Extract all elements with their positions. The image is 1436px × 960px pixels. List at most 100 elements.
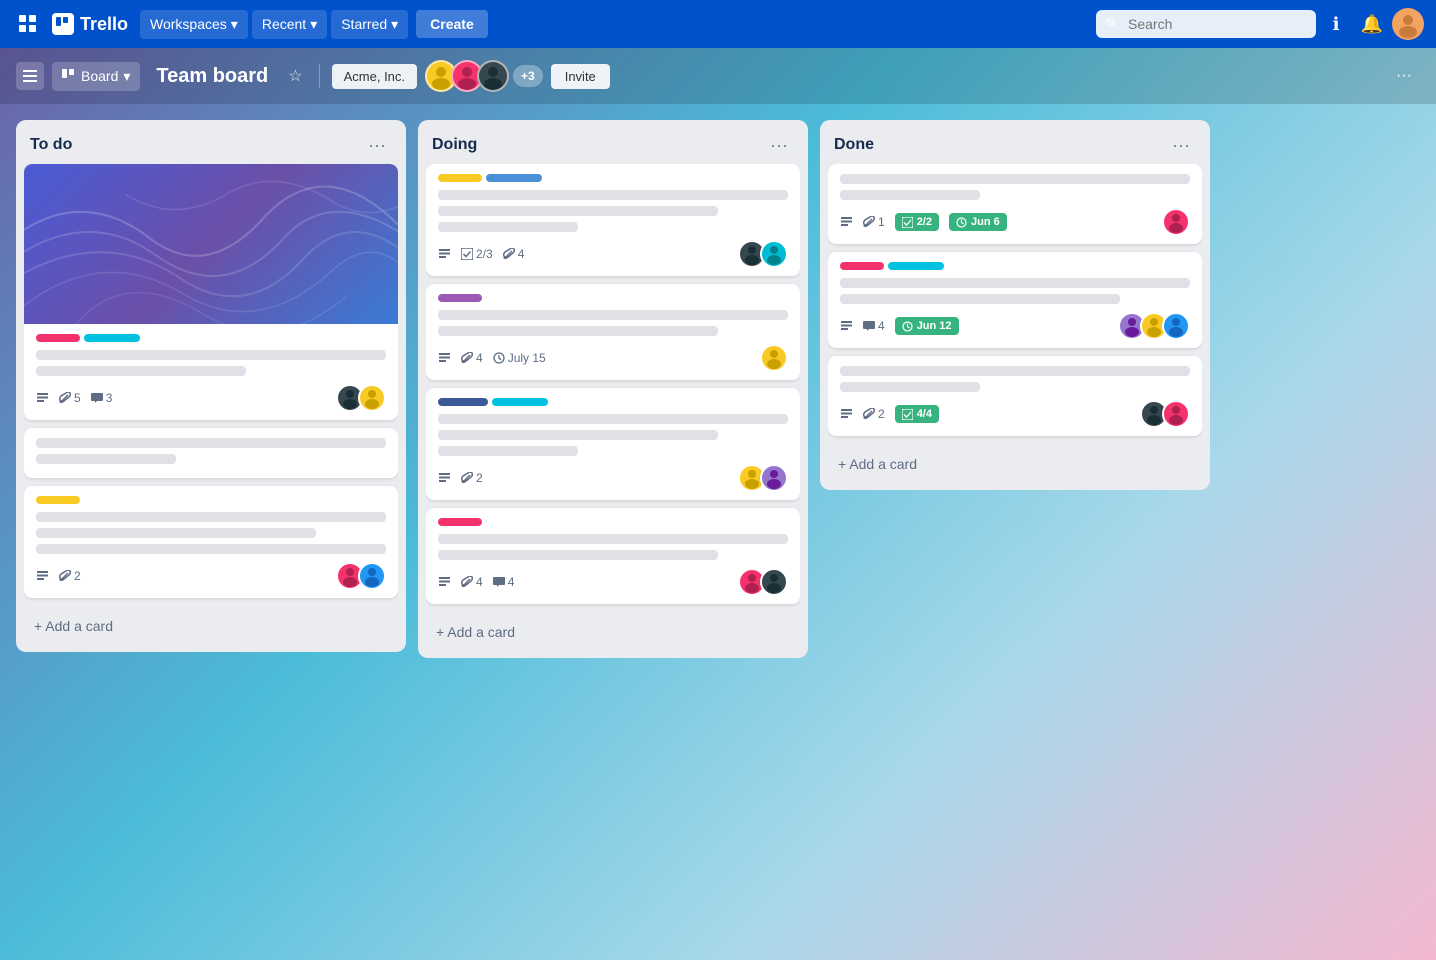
desc-icon-item [840,320,853,333]
label-navy [438,398,488,406]
grid-icon[interactable] [12,8,44,40]
card-text-line [840,294,1120,304]
card-todo-2[interactable] [24,428,398,478]
card-text-line [438,430,718,440]
card-footer: 2/3 4 [438,240,788,268]
card-done-1[interactable]: 1 2/2 Jun 6 [828,164,1202,244]
label-yellow [36,496,80,504]
label-pink [438,518,482,526]
card-avatar [1162,208,1190,236]
add-card-todo[interactable]: + Add a card [24,610,398,642]
board-view-button[interactable]: Board ▾ [52,62,140,91]
column-menu-done[interactable]: ··· [1166,134,1196,156]
comment-count: 4 [493,575,515,589]
card-footer: 2 4/4 [840,400,1190,428]
card-meta: 1 2/2 Jun 6 [840,213,1162,231]
checklist-badge: 4/4 [895,405,939,423]
card-meta: 4 Jun 12 [840,317,1118,335]
card-text-line [36,528,316,538]
card-avatar [760,344,788,372]
card-footer: 4 Jun 12 [840,312,1190,340]
more-members-badge[interactable]: +3 [513,65,543,87]
card-avatar [1162,312,1190,340]
card-footer: 2 [438,464,788,492]
attachment-count: 4 [503,247,525,261]
card-text-line [438,550,718,560]
card-text-line [36,454,176,464]
due-date-badge: Jun 6 [949,213,1007,231]
sidebar-toggle[interactable] [16,62,44,90]
column-title-doing: Doing [432,136,477,154]
checklist-badge: 2/2 [895,213,939,231]
card-footer: 2 [36,562,386,590]
card-text-line [840,366,1190,376]
attachment-count: 4 [461,575,483,589]
card-meta: 2/3 4 [438,247,738,261]
card-body: 2 [24,486,398,598]
board-content: To do ··· [0,104,1436,960]
card-meta: 4 4 [438,575,738,589]
card-todo-1[interactable]: 5 3 [24,164,398,420]
card-body: 2 4/4 [828,356,1202,436]
column-cards-todo: 5 3 [24,164,398,606]
card-footer: 1 2/2 Jun 6 [840,208,1190,236]
card-text-line [438,534,788,544]
info-icon[interactable]: ℹ [1320,8,1352,40]
label-yellow [438,174,482,182]
card-doing-3[interactable]: 2 [426,388,800,500]
card-done-2[interactable]: 4 Jun 12 [828,252,1202,348]
attachment-count: 1 [863,215,885,229]
card-doing-1[interactable]: 2/3 4 [426,164,800,276]
card-avatar [358,384,386,412]
card-labels [438,294,788,302]
member-avatar-3[interactable] [477,60,509,92]
chevron-down-icon: ▾ [123,68,130,85]
star-button[interactable]: ☆ [284,62,306,90]
navbar: Trello Workspaces ▾ Recent ▾ Starred ▾ C… [0,0,1436,48]
desc-icon-item [36,392,49,405]
notification-icon[interactable]: 🔔 [1356,8,1388,40]
column-menu-todo[interactable]: ··· [362,134,392,156]
workspaces-button[interactable]: Workspaces ▾ [140,10,248,39]
card-text-line [840,174,1190,184]
due-date-badge: Jun 12 [895,317,959,335]
divider [319,64,320,88]
recent-button[interactable]: Recent ▾ [252,10,327,39]
card-done-3[interactable]: 2 4/4 [828,356,1202,436]
card-avatars [760,344,788,372]
desc-icon-item [438,248,451,261]
card-footer: 4 July 15 [438,344,788,372]
attachment-count: 2 [59,569,81,583]
workspace-button[interactable]: Acme, Inc. [332,64,417,89]
card-avatar [1162,400,1190,428]
invite-button[interactable]: Invite [551,64,610,89]
card-avatars [738,240,788,268]
card-image [24,164,398,324]
search-input[interactable] [1096,10,1316,38]
add-card-doing[interactable]: + Add a card [426,616,800,648]
card-meta: 2 [438,471,738,485]
card-avatars [1162,208,1190,236]
card-meta: 2 [36,569,336,583]
trello-logo[interactable]: Trello [52,13,128,35]
card-avatars [738,568,788,596]
board-more-button[interactable]: ··· [1388,61,1420,91]
card-doing-2[interactable]: 4 July 15 [426,284,800,380]
card-todo-3[interactable]: 2 [24,486,398,598]
card-avatars [1118,312,1190,340]
card-doing-4[interactable]: 4 4 [426,508,800,604]
desc-icon-item [36,570,49,583]
desc-icon-item [840,216,853,229]
column-menu-doing[interactable]: ··· [764,134,794,156]
card-text-line [438,310,788,320]
label-cyan [492,398,548,406]
starred-button[interactable]: Starred ▾ [331,10,408,39]
card-avatars [738,464,788,492]
card-body: 5 3 [24,324,398,420]
attachment-count: 5 [59,391,81,405]
user-avatar[interactable] [1392,8,1424,40]
add-card-done[interactable]: + Add a card [828,448,1202,480]
card-labels [840,262,1190,270]
create-button[interactable]: Create [416,10,488,38]
column-title-todo: To do [30,136,72,154]
